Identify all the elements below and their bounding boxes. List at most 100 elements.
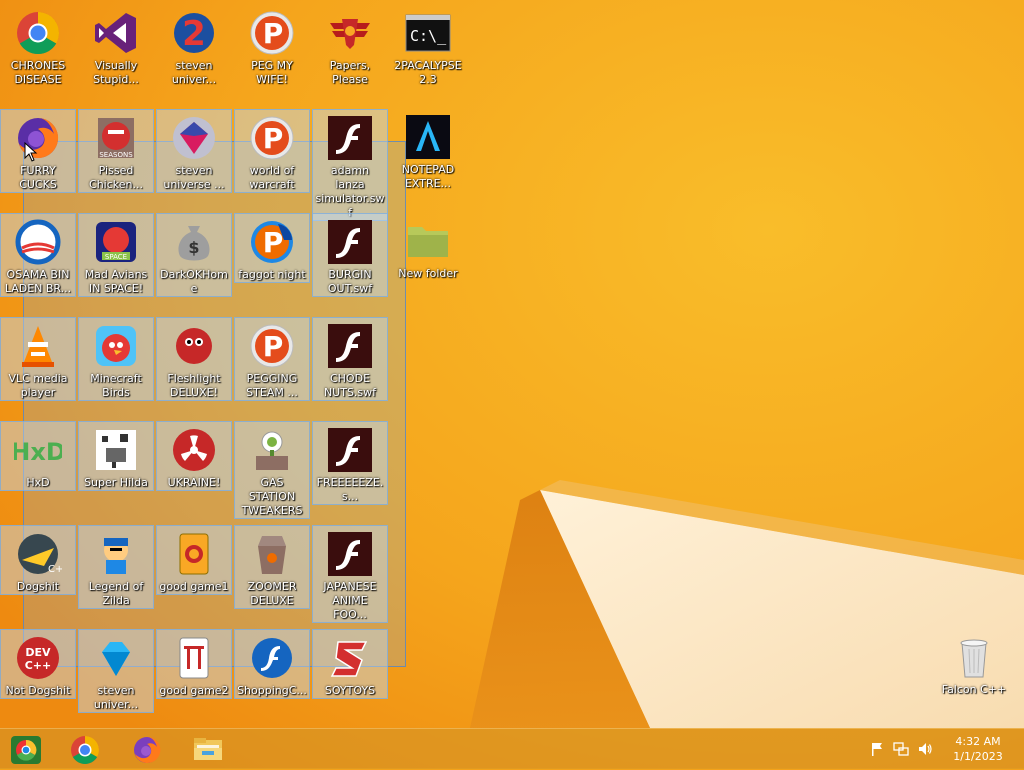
desktop-icon-label: Mad Avians IN SPACE!	[84, 268, 148, 295]
folder-icon	[408, 227, 448, 257]
taskbar-firefox[interactable]	[125, 732, 169, 766]
desktop-icon-label: Minecraft Birds	[90, 372, 142, 399]
desktop-icon[interactable]: GAS STATION TWEAKERS	[234, 421, 310, 519]
desktop-icon[interactable]: Papers, Please	[312, 5, 388, 87]
desktop-icon[interactable]: Pworld of warcraft	[234, 109, 310, 193]
desktop-icon[interactable]: Super Hilda	[78, 421, 154, 491]
desktop-icon[interactable]: $ DarkOKHome	[156, 213, 232, 297]
flag-icon[interactable]	[869, 741, 885, 757]
desktop-icon[interactable]: ZOOMER DELUXE	[234, 525, 310, 609]
angry-birds-seasons-icon: SEASONS	[98, 118, 134, 159]
desktop-icon[interactable]: good game1	[156, 525, 232, 595]
svg-text:SEASONS: SEASONS	[99, 151, 133, 159]
desktop-icon-label: DarkOKHome	[160, 268, 228, 295]
desktop-icon[interactable]: Falcon C++	[936, 629, 1012, 697]
zuma-icon	[258, 536, 286, 574]
desktop-icon[interactable]: DEV C++ Not Dogshit	[0, 629, 76, 699]
desktop-icon[interactable]: BURGIN OUT.swf	[312, 213, 388, 297]
desktop-icon-label: UKRAINE!	[167, 476, 221, 489]
flash-icon	[328, 428, 372, 472]
clock[interactable]: 4:32 AM 1/1/2023	[942, 734, 1014, 764]
desktop-icon-label: 2PACALYPSE 2.3	[394, 59, 462, 86]
desktop-icon[interactable]: C++ Dogshit	[0, 525, 76, 595]
game2-icon: 2	[174, 13, 214, 54]
desktop-icon[interactable]: C:\_ 2PACALYPSE 2.3	[390, 5, 466, 87]
desktop-icon-label: Legend of Zilda	[88, 580, 144, 607]
desktop-icon[interactable]: SOYTOYS	[312, 629, 388, 699]
desktop-icon[interactable]: UKRAINE!	[156, 421, 232, 491]
money-bag-icon: $	[178, 226, 210, 261]
desktop-icon-label: steven univer...	[171, 59, 217, 86]
desktop-icon-label: OSAMA BIN LADEN BR...	[4, 268, 72, 295]
desktop-icon[interactable]: adamn lanza simulator.swf	[312, 109, 388, 221]
desktop-icon[interactable]: OSAMA BIN LADEN BR...	[0, 213, 76, 297]
taskbar-file-explorer[interactable]	[186, 732, 230, 766]
desktop-icon[interactable]: SEASONS Pissed Chicken...	[78, 109, 154, 193]
desktop-icon[interactable]: Pfaggot night	[234, 213, 310, 283]
taskbar-pinned-app-1[interactable]	[4, 732, 48, 766]
desktop-icon[interactable]: P PEG MY WIFE!	[234, 5, 310, 87]
desktop-icon-label: BURGIN OUT.swf	[327, 268, 373, 295]
chrome-icon	[71, 736, 99, 764]
visual-studio-icon	[95, 13, 136, 53]
angry-birds-icon	[96, 326, 136, 366]
hxd-icon: HxD	[14, 438, 62, 466]
chrome-icon	[17, 11, 60, 55]
desktop-icon-label: Visually Stupid...	[93, 59, 139, 86]
desktop-icon[interactable]: FREEEEEZE.s...	[312, 421, 388, 505]
desktop-icon[interactable]: SPACE Mad Avians IN SPACE!	[78, 213, 154, 297]
volume-icon[interactable]	[917, 741, 933, 757]
desktop-icon[interactable]: VLC media player	[0, 317, 76, 401]
desktop-icon[interactable]: good game2	[156, 629, 232, 699]
desktop-icon[interactable]: Visually Stupid...	[78, 5, 154, 87]
taskbar: 4:32 AM 1/1/2023	[0, 728, 1024, 769]
papers-please-icon	[330, 19, 370, 49]
terminal-icon: C:\_	[405, 14, 451, 52]
desktop-icon-label: CHODE NUTS.swf	[323, 372, 377, 399]
desktop-icon[interactable]: CHRONES DISEASE	[0, 5, 76, 87]
desktop-icon-label: Super Hilda	[84, 476, 148, 489]
mouse-cursor	[24, 142, 38, 162]
peggle-nights-icon: P	[251, 221, 293, 263]
peggle-icon: P	[250, 11, 294, 55]
desktop-icon[interactable]: steven univer...	[78, 629, 154, 713]
desktop-icon-label: ShoppingC...	[237, 684, 307, 697]
taskbar-chrome[interactable]	[63, 732, 107, 766]
desktop-icon-label: JAPANESE ANIME FOO...	[323, 580, 377, 621]
svg-text:P: P	[263, 17, 284, 50]
desktop-icon[interactable]: Minecraft Birds	[78, 317, 154, 401]
desktop-icon-label: SOYTOYS	[324, 684, 376, 697]
flash-icon	[328, 220, 372, 264]
desktop-icon[interactable]: NOTEPAD EXTRE...	[390, 109, 466, 191]
desktop-icon[interactable]: JAPANESE ANIME FOO...	[312, 525, 388, 623]
desktop-icon[interactable]: Fleshlight DELUXE!	[156, 317, 232, 401]
desktop-icon-label: VLC media player	[8, 372, 68, 399]
svg-text:SPACE: SPACE	[105, 253, 127, 261]
chrome-alt-icon	[11, 736, 41, 764]
firefox-icon	[134, 736, 161, 763]
plants-zombies-icon	[256, 431, 288, 470]
desktop-icon[interactable]: P PEGGING STEAM ...	[234, 317, 310, 401]
desktop-icon[interactable]: steven universe ...	[156, 109, 232, 193]
svg-text:$: $	[188, 238, 199, 257]
desktop-icon-label: Falcon C++	[941, 683, 1007, 696]
svg-text:P: P	[263, 330, 284, 363]
desktop-icon[interactable]: New folder	[390, 213, 466, 281]
firefox-icon	[18, 117, 59, 158]
desktop-icon-label: Papers, Please	[329, 59, 371, 86]
network-icon[interactable]	[893, 741, 909, 757]
devcpp-icon: DEVC++	[17, 637, 59, 679]
desktop-icon[interactable]: Legend of Zilda	[78, 525, 154, 609]
desktop-icon[interactable]: HxD HxD	[0, 421, 76, 491]
svg-text:HxD: HxD	[14, 438, 62, 466]
desktop-icon-label: faggot night	[238, 268, 306, 281]
svg-text:C:\_: C:\_	[410, 27, 447, 45]
desktop-icon-label: adamn lanza simulator.swf	[315, 164, 385, 219]
desktop-icon[interactable]: FURRY CUCKS	[0, 109, 76, 193]
s-logo-icon	[330, 641, 368, 677]
file-explorer-icon	[194, 738, 222, 760]
desktop-icon[interactable]: CHODE NUTS.swf	[312, 317, 388, 401]
desktop-icon[interactable]: ShoppingC...	[234, 629, 310, 699]
desktop-icon[interactable]: 2 steven univer...	[156, 5, 232, 87]
desktop-icon-label: Dogshit	[16, 580, 60, 593]
